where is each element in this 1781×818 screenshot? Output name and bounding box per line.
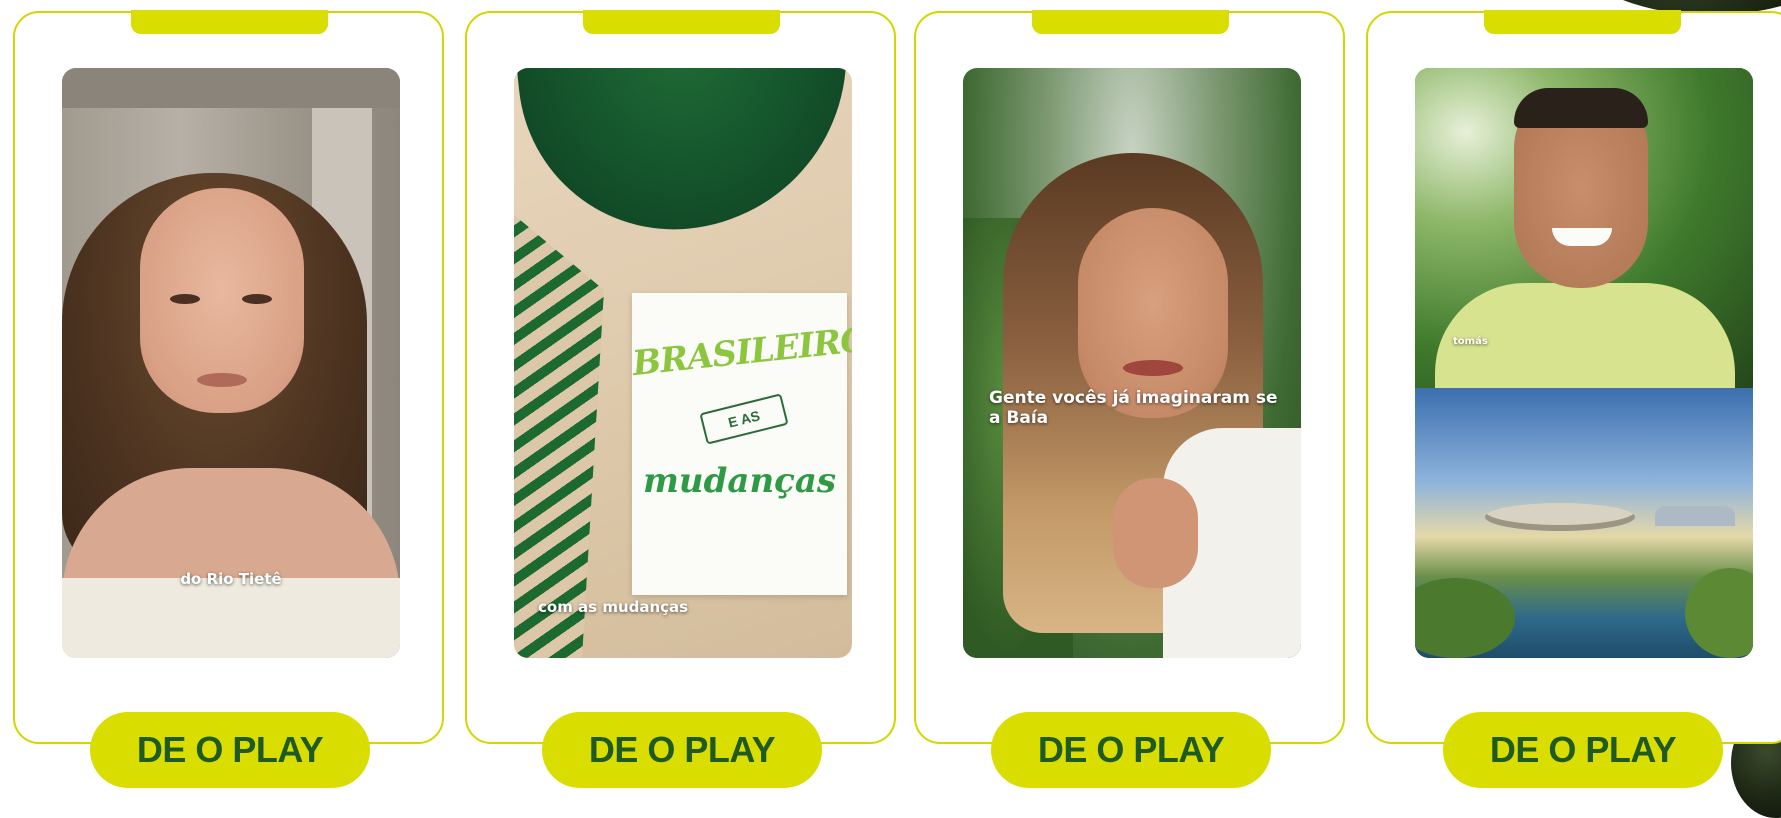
person-eye — [242, 294, 272, 304]
video-card-4: tomás DE O PLAY — [1366, 10, 1781, 788]
stadium-building — [1485, 503, 1635, 531]
video-card-3: Gente vocês já imaginaram se a Baía DE O… — [914, 10, 1345, 788]
video-caption: do Rio Tietê — [180, 570, 282, 588]
paper-subheading: mudanças — [642, 461, 837, 501]
video-thumbnail[interactable]: tomás — [1415, 68, 1753, 658]
stadium-landscape — [1415, 388, 1753, 658]
video-thumbnail[interactable]: BRASILEIROS E AS mudanças com as mudança… — [514, 68, 852, 658]
arched-bridge — [1655, 506, 1735, 526]
play-button[interactable]: DE O PLAY — [542, 712, 822, 788]
video-caption: Gente vocês já imaginaram se a Baía — [989, 388, 1278, 428]
person-mouth — [197, 373, 247, 387]
card-top-tab — [131, 10, 328, 34]
shirt-logo-text: tomás — [1453, 336, 1488, 347]
person-top-garment — [62, 578, 400, 658]
video-caption: com as mudanças — [538, 598, 689, 616]
person-smile — [1552, 228, 1612, 246]
play-button[interactable]: DE O PLAY — [90, 712, 370, 788]
person-hair — [1514, 88, 1648, 128]
ceiling — [62, 68, 400, 108]
video-thumbnail[interactable]: do Rio Tietê — [62, 68, 400, 658]
paper-sheet: BRASILEIROS E AS mudanças — [630, 293, 852, 595]
person-hand — [1113, 478, 1198, 588]
monstera-leaf — [514, 68, 852, 245]
video-card-2: BRASILEIROS E AS mudanças com as mudança… — [465, 10, 896, 788]
video-thumbnail[interactable]: Gente vocês já imaginaram se a Baía — [963, 68, 1301, 658]
person-mouth — [1123, 360, 1183, 376]
card-top-tab — [1484, 10, 1681, 34]
paper-banner: E AS — [699, 393, 789, 445]
palm-frond — [514, 198, 604, 658]
person-face — [1078, 208, 1228, 418]
person-eye — [170, 294, 200, 304]
card-top-tab — [583, 10, 780, 34]
play-button[interactable]: DE O PLAY — [1443, 712, 1723, 788]
foreground-trees — [1685, 568, 1753, 658]
card-top-tab — [1032, 10, 1229, 34]
foreground-trees — [1415, 578, 1515, 658]
video-card-1: do Rio Tietê DE O PLAY — [13, 10, 444, 788]
play-button[interactable]: DE O PLAY — [991, 712, 1271, 788]
paper-heading: BRASILEIROS — [630, 317, 852, 385]
